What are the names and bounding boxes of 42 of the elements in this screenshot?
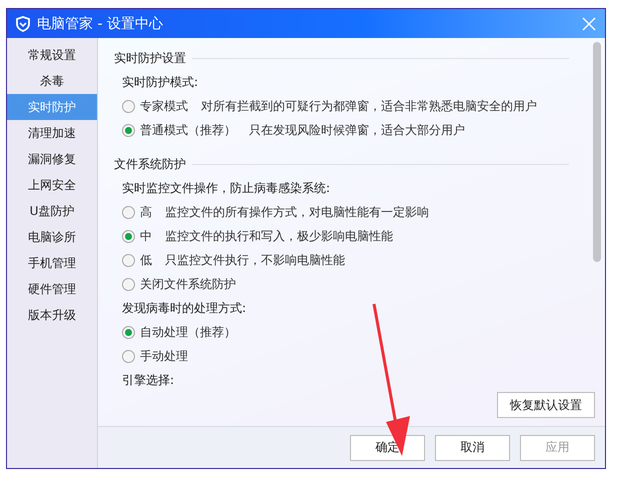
- option-label: 低: [140, 252, 152, 268]
- dialog-button[interactable]: 取消: [435, 434, 510, 460]
- radio-button[interactable]: [122, 326, 135, 338]
- option-description: 监控文件的执行和写入，极少影响电脑性能: [165, 228, 393, 244]
- radio-button[interactable]: [122, 206, 135, 218]
- option-description: 监控文件的所有操作方式，对电脑性能有一定影响: [165, 204, 429, 220]
- option-label: 专家模式: [140, 98, 188, 114]
- option-label: 中: [140, 228, 152, 244]
- close-button[interactable]: [581, 16, 597, 32]
- sidebar-item[interactable]: 清理加速: [7, 120, 97, 146]
- radio-button[interactable]: [122, 230, 135, 242]
- radio-button[interactable]: [122, 100, 135, 112]
- sidebar-item[interactable]: 杀毒: [7, 68, 97, 94]
- option-description: 只在发现风险时候弹窗，适合大部分用户: [249, 122, 465, 138]
- option-description: 对所有拦截到的可疑行为都弹窗，适合非常熟悉电脑安全的用户: [201, 98, 537, 114]
- option-label: 高: [140, 204, 152, 220]
- sidebar-item[interactable]: 硬件管理: [7, 276, 97, 302]
- option-label: 关闭文件系统防护: [140, 276, 236, 292]
- radio-button[interactable]: [122, 350, 135, 362]
- sidebar-item[interactable]: U盘防护: [7, 198, 97, 224]
- option-label: 手动处理: [140, 348, 188, 364]
- group-label: 实时防护模式:: [121, 74, 200, 91]
- radio-button[interactable]: [122, 124, 135, 136]
- restore-defaults-button[interactable]: 恢复默认设置: [497, 392, 595, 418]
- option-label: 普通模式（推荐）: [140, 122, 236, 138]
- shield-icon: [15, 16, 31, 32]
- section-title: 文件系统防护: [114, 156, 186, 172]
- sidebar-item[interactable]: 手机管理: [7, 250, 97, 276]
- group-label: 实时监控文件操作，防止病毒感染系统:: [121, 180, 332, 197]
- window-title: 电脑管家 - 设置中心: [37, 14, 164, 32]
- group-label: 引擎选择:: [121, 372, 176, 389]
- radio-button[interactable]: [122, 254, 135, 266]
- option-description: 只监控文件执行，不影响电脑性能: [165, 252, 345, 268]
- sidebar-item[interactable]: 电脑诊所: [7, 224, 97, 250]
- sidebar-item[interactable]: 上网安全: [7, 172, 97, 198]
- option-label: 自动处理（推荐）: [140, 324, 236, 340]
- section-title: 实时防护设置: [114, 50, 186, 66]
- radio-button[interactable]: [122, 278, 135, 290]
- sidebar-item[interactable]: 版本升级: [7, 302, 97, 328]
- sidebar-item[interactable]: 漏洞修复: [7, 146, 97, 172]
- group-label: 发现病毒时的处理方式:: [121, 300, 248, 317]
- sidebar-item[interactable]: 常规设置: [7, 42, 97, 68]
